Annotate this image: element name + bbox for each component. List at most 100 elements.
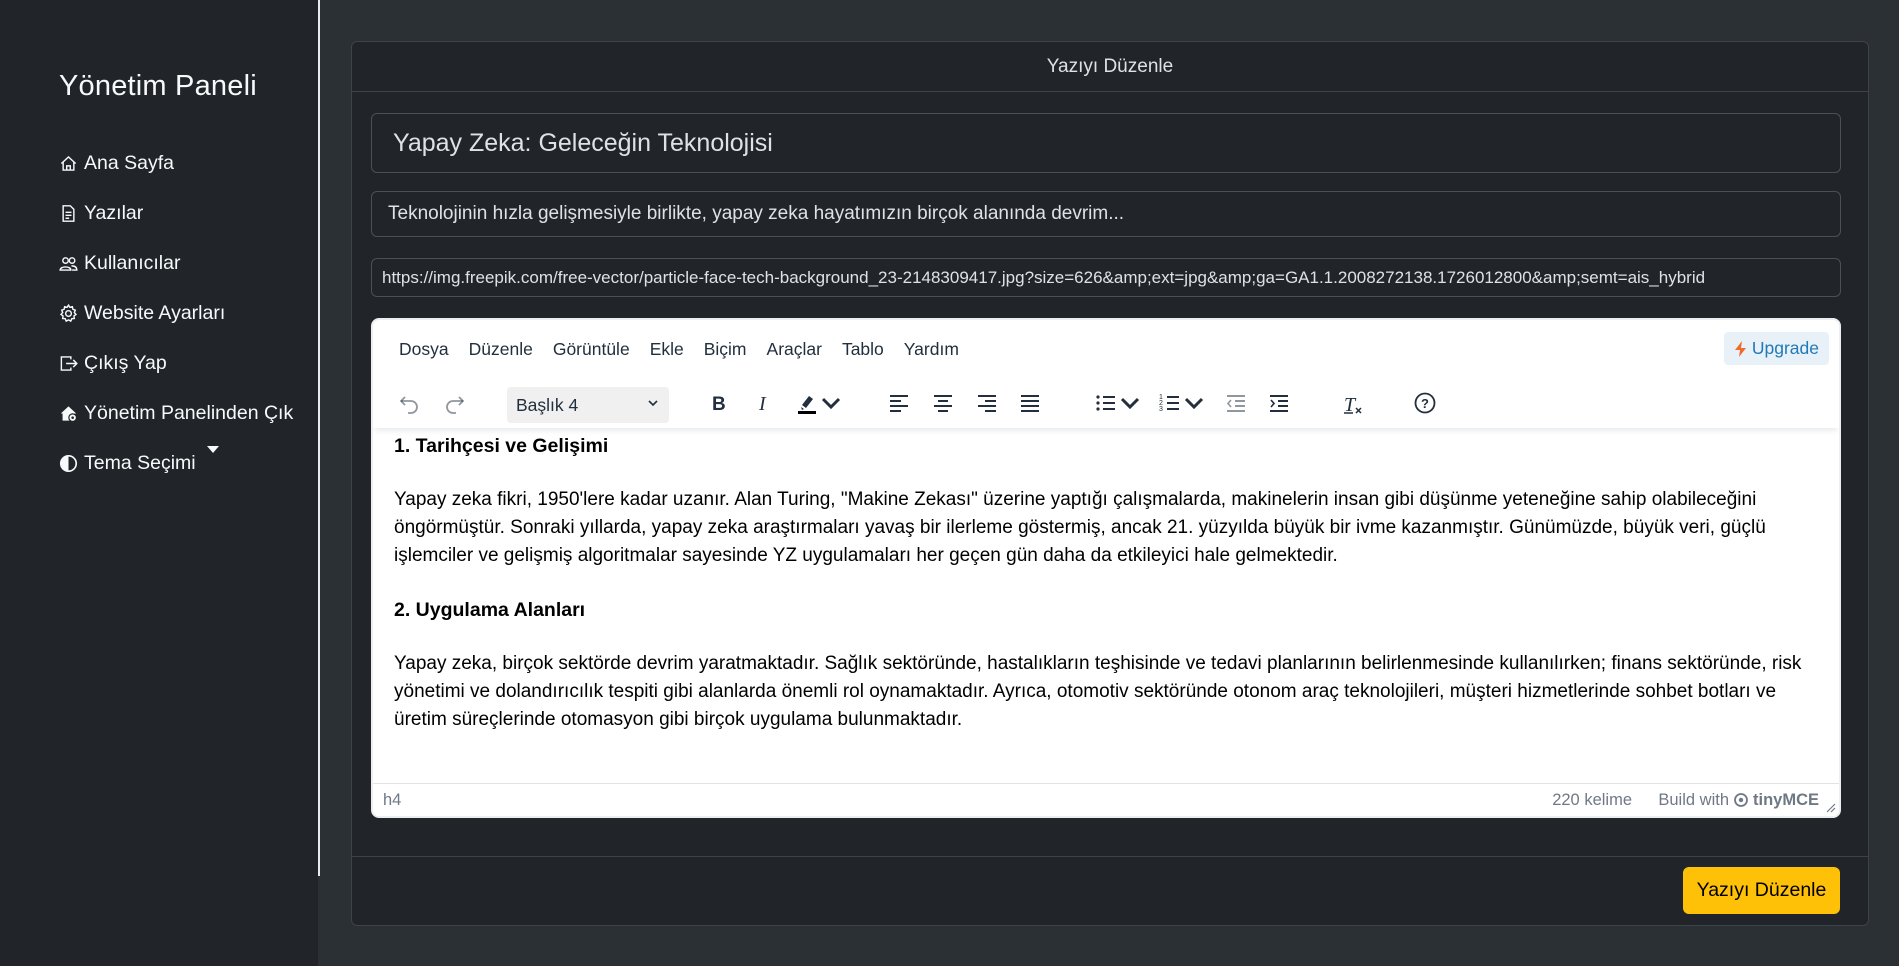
editor-statusbar: h4 220 kelime Build with tinyMCE [373, 783, 1839, 816]
svg-text:T: T [1344, 394, 1357, 415]
numbered-list-icon: 123 [1159, 394, 1179, 413]
align-justify-button[interactable] [1016, 387, 1044, 419]
numbered-list-button[interactable]: 123 [1155, 387, 1209, 419]
gear-icon [59, 298, 81, 328]
lightning-icon [1734, 340, 1746, 357]
menu-ekle[interactable]: Ekle [640, 339, 694, 360]
align-justify-icon [1021, 395, 1039, 412]
sidebar: Yönetim Paneli Ana Sayfa Yazılar Kullanı… [0, 0, 318, 966]
submit-edit-button[interactable]: Yazıyı Düzenle [1683, 867, 1840, 914]
chevron-down-icon [821, 397, 841, 410]
people-icon [59, 248, 81, 278]
word-count[interactable]: 220 kelime [1552, 791, 1632, 810]
sidebar-item-ana-sayfa[interactable]: Ana Sayfa [59, 148, 309, 178]
redo-button[interactable] [441, 387, 469, 419]
tinymce-logo-icon [1734, 793, 1748, 807]
editor-toolbar: Başlık 4 B I 1 2 3 T ? [373, 378, 1839, 428]
menu-duzenle[interactable]: Düzenle [459, 339, 543, 360]
help-circle-icon: ? [1414, 392, 1436, 414]
chevron-down-icon [1184, 397, 1204, 410]
indent-icon [1270, 395, 1288, 412]
outdent-icon [1226, 395, 1245, 412]
file-text-icon [59, 198, 81, 228]
menu-goruntule[interactable]: Görüntüle [543, 339, 640, 360]
align-left-icon [890, 395, 908, 412]
sidebar-item-label: Yönetim Panelinden Çık [84, 402, 294, 424]
editor-menubar: Dosya Düzenle Görüntüle Ekle Biçim Araçl… [373, 320, 1839, 378]
menu-dosya[interactable]: Dosya [389, 339, 459, 360]
chevron-down-icon [648, 400, 658, 407]
image-url-input[interactable]: https://img.freepik.com/free-vector/part… [371, 258, 1841, 297]
bold-icon: B [712, 394, 726, 415]
theme-dropdown-toggle[interactable]: Tema Seçimi [59, 446, 309, 478]
outdent-button[interactable] [1222, 387, 1250, 419]
sidebar-item-label: Yazılar [84, 202, 144, 224]
upgrade-label: Upgrade [1751, 338, 1819, 358]
content-paragraph-1: Yapay zeka fikri, 1950'lere kadar uzanır… [394, 489, 1766, 566]
tinymce-branding-link[interactable]: Build with tinyMCE [1658, 791, 1819, 810]
block-format-value: Başlık 4 [516, 394, 579, 415]
redo-icon [446, 396, 465, 414]
menu-tablo[interactable]: Tablo [832, 339, 894, 360]
tinymce-brand-label: tinyMCE [1753, 790, 1819, 809]
svg-text:?: ? [1421, 396, 1429, 411]
upgrade-button[interactable]: Upgrade [1723, 332, 1829, 365]
sidebar-item-label: Tema Seçimi [84, 452, 196, 474]
italic-button[interactable]: I [749, 387, 777, 419]
italic-icon: I [758, 393, 767, 415]
svg-text:3: 3 [1159, 406, 1163, 413]
sidebar-nav: Ana Sayfa Yazılar Kullanıcılar Website A… [59, 148, 309, 498]
sidebar-item-label: Kullanıcılar [84, 252, 181, 274]
sidebar-item-label: Website Ayarları [84, 302, 226, 324]
align-left-button[interactable] [885, 387, 913, 419]
align-center-icon [934, 395, 952, 412]
bullet-list-icon [1096, 395, 1115, 411]
block-format-select[interactable]: Başlık 4 [507, 387, 669, 423]
chevron-down-icon [1120, 397, 1140, 410]
content-paragraph-2: Yapay zeka, birçok sektörde devrim yarat… [394, 653, 1802, 730]
menu-yardim[interactable]: Yardım [894, 339, 969, 360]
menu-bicim[interactable]: Biçim [694, 339, 757, 360]
box-arrow-right-icon [59, 348, 81, 378]
card-footer: Yazıyı Düzenle [352, 856, 1868, 925]
bold-button[interactable]: B [705, 387, 733, 419]
editor-content[interactable]: 1. Tarihçesi ve Gelişimi Yapay zeka fikr… [394, 432, 1821, 760]
rich-text-editor: Dosya Düzenle Görüntüle Ekle Biçim Araçl… [371, 318, 1841, 818]
sidebar-item-cikis-yap[interactable]: Çıkış Yap [59, 348, 309, 378]
post-title-input[interactable]: Yapay Zeka: Geleceğin Teknolojisi [371, 113, 1841, 173]
post-summary-input[interactable]: Teknolojinin hızla gelişmesiyle birlikte… [371, 191, 1841, 237]
highlight-color-button[interactable] [791, 387, 847, 419]
sidebar-divider [318, 0, 320, 876]
svg-text:I: I [758, 393, 767, 415]
sidebar-item-label: Ana Sayfa [84, 152, 174, 174]
card-header-title: Yazıyı Düzenle [352, 42, 1868, 92]
resize-handle-icon[interactable] [1824, 801, 1836, 813]
sidebar-item-yazilar[interactable]: Yazılar [59, 198, 309, 228]
sidebar-item-kullanicilar[interactable]: Kullanıcılar [59, 248, 309, 278]
clear-formatting-button[interactable]: T [1339, 387, 1367, 419]
circle-half-icon [59, 448, 81, 478]
caret-down-icon [206, 446, 219, 453]
brand-title: Yönetim Paneli [59, 70, 257, 102]
clear-formatting-icon: T [1344, 394, 1362, 415]
undo-button[interactable] [395, 387, 423, 419]
undo-icon [399, 396, 418, 414]
highlighter-icon [798, 396, 816, 414]
align-center-button[interactable] [929, 387, 957, 419]
sidebar-item-label: Çıkış Yap [84, 352, 167, 374]
element-path[interactable]: h4 [383, 791, 401, 810]
content-heading-2: 2. Uygulama Alanları [394, 599, 586, 621]
house-gear-icon [59, 398, 81, 428]
sidebar-item-yonetim-panelinden-cik[interactable]: Yönetim Panelinden Çık [59, 398, 309, 428]
align-right-icon [978, 395, 996, 412]
menu-araclar[interactable]: Araçlar [757, 339, 832, 360]
help-button[interactable]: ? [1411, 387, 1439, 419]
align-right-button[interactable] [973, 387, 1001, 419]
build-with-label: Build with [1658, 790, 1729, 809]
bullet-list-button[interactable] [1091, 387, 1145, 419]
sidebar-item-website-ayarlari[interactable]: Website Ayarları [59, 298, 309, 328]
edit-post-card: Yazıyı Düzenle Yapay Zeka: Geleceğin Tek… [351, 41, 1869, 926]
indent-button[interactable] [1265, 387, 1293, 419]
content-heading-1: 1. Tarihçesi ve Gelişimi [394, 435, 609, 457]
svg-text:B: B [712, 394, 726, 415]
